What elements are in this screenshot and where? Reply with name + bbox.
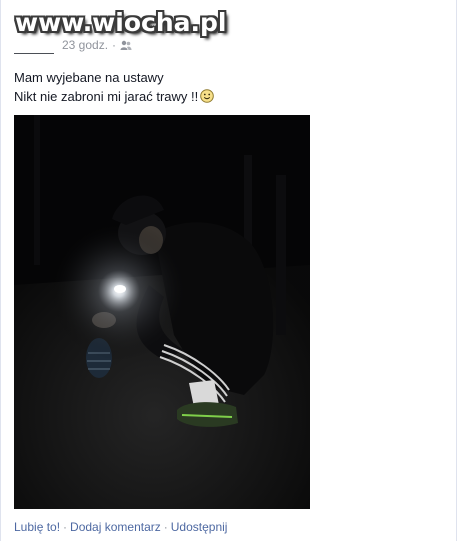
comment-link[interactable]: Dodaj komentarz [70,520,161,534]
post-meta: 23 godz. · [62,38,132,52]
share-link[interactable]: Udostępnij [171,520,228,534]
author-name-redacted[interactable] [14,53,54,54]
watermark-logo: www.wiocha.pl [15,8,227,37]
post-photo[interactable] [14,115,310,509]
actions-separator: · [163,520,168,534]
post-text-line-2-text: Nikt nie zabroni mi jarać trawy !! [14,89,199,104]
facebook-post: www.wiocha.pl 23 godz. · Mam wyjebane na… [0,0,457,541]
post-timestamp[interactable]: 23 godz. [62,38,108,52]
meta-separator: · [112,38,117,52]
post-text-line-1: Mam wyjebane na ustawy [14,70,164,85]
friends-icon[interactable] [120,40,132,51]
smiley-icon [200,89,215,103]
like-link[interactable]: Lubię to! [14,520,60,534]
post-text-line-2: Nikt nie zabroni mi jarać trawy !! [14,87,215,106]
actions-separator: · [63,520,68,534]
post-text: Mam wyjebane na ustawy Nikt nie zabroni … [14,68,215,106]
post-actions: Lubię to! · Dodaj komentarz · Udostępnij [14,520,227,534]
